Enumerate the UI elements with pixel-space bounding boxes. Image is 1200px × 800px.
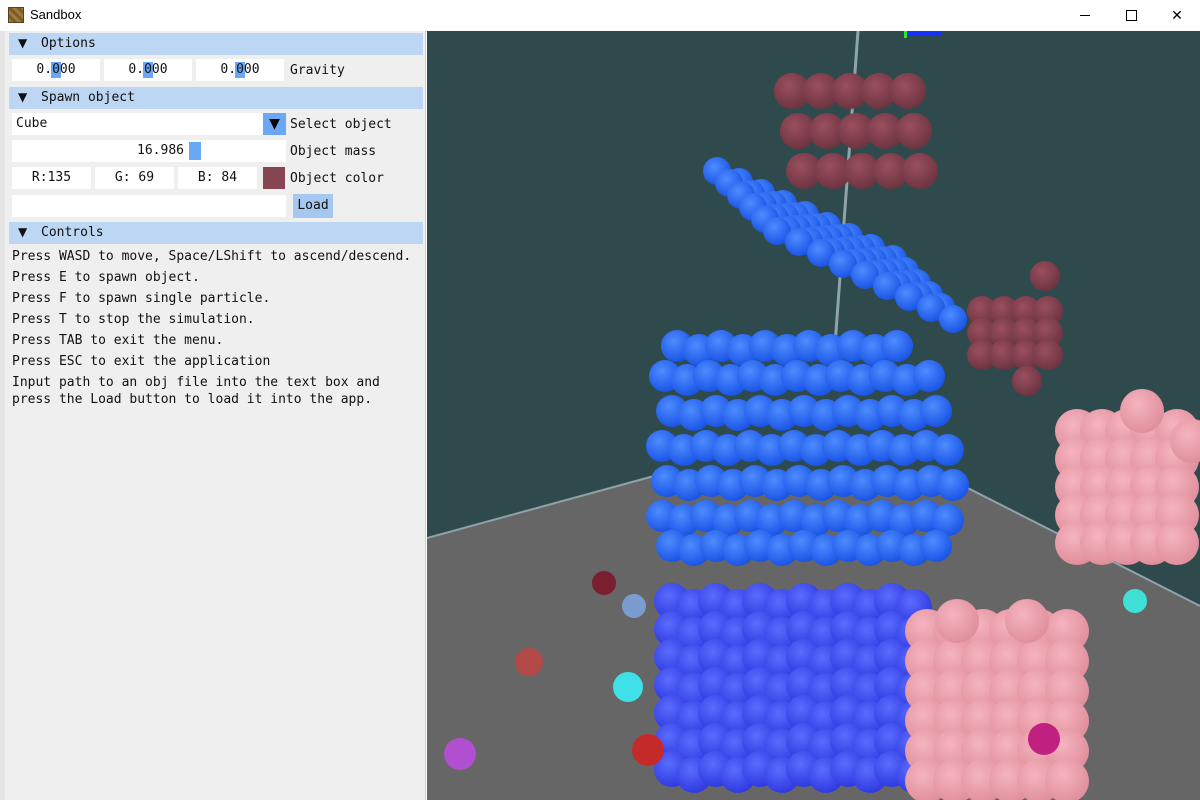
- controls-line: Press ESC to exit the application: [12, 354, 271, 369]
- minimize-button[interactable]: [1062, 0, 1108, 31]
- color-b-field[interactable]: B: 84: [178, 167, 257, 189]
- ring-particle: [932, 434, 964, 466]
- single-particle: [632, 734, 664, 766]
- spawn-object-header[interactable]: ▼ Spawn object: [9, 87, 423, 109]
- single-particle: [515, 648, 543, 676]
- single-particle: [1028, 723, 1060, 755]
- maximize-icon: [1125, 10, 1137, 21]
- cube-particle: [890, 73, 926, 109]
- object-mass-label: Object mass: [290, 144, 377, 159]
- maximize-button[interactable]: [1108, 0, 1154, 31]
- ring-particle: [937, 469, 969, 501]
- ring-particle: [881, 330, 913, 362]
- object-mass-slider[interactable]: 16.986: [12, 140, 286, 162]
- color-r-field[interactable]: R:135: [12, 167, 91, 189]
- single-particle: [592, 571, 616, 595]
- cube-particle: [902, 153, 938, 189]
- select-object-label: Select object: [290, 117, 392, 132]
- collapse-arrow-icon: ▼: [18, 36, 28, 50]
- mass-value: 16.986: [137, 143, 184, 158]
- single-particle: [444, 738, 476, 770]
- obj-path-input[interactable]: [12, 195, 286, 217]
- cube-particle: [896, 113, 932, 149]
- gravity-x-field[interactable]: 0.000: [12, 59, 100, 81]
- window-title: Sandbox: [30, 7, 82, 22]
- pink-particle: [1005, 599, 1049, 643]
- panel-edge: [0, 31, 5, 800]
- gravity-y-field[interactable]: 0.000: [104, 59, 192, 81]
- color-g-field[interactable]: G: 69: [95, 167, 174, 189]
- ring-particle: [913, 360, 945, 392]
- close-button[interactable]: ✕: [1154, 0, 1200, 31]
- pink-particle: [935, 599, 979, 643]
- pink-particle: [1120, 389, 1164, 433]
- load-button[interactable]: Load: [293, 194, 333, 218]
- cube-particle: [1012, 366, 1042, 396]
- controls-line: Press TAB to exit the menu.: [12, 333, 224, 348]
- controls-line: Press F to spawn single particle.: [12, 291, 271, 306]
- single-particle: [622, 594, 646, 618]
- single-particle: [1123, 589, 1147, 613]
- scene-viewport[interactable]: [427, 31, 1200, 800]
- object-select-combo[interactable]: Cube: [12, 113, 263, 135]
- controls-line: Press WASD to move, Space/LShift to asce…: [12, 249, 412, 264]
- scene-canvas: [427, 31, 1200, 800]
- gravity-label: Gravity: [290, 63, 345, 78]
- title-bar: Sandbox ✕: [0, 0, 1200, 32]
- mass-slider-grab[interactable]: [189, 142, 201, 160]
- controls-line: Press T to stop the simulation.: [12, 312, 255, 327]
- controls-line: press the Load button to load it into th…: [12, 392, 373, 407]
- cube-particle: [1030, 261, 1060, 291]
- controls-header[interactable]: ▼ Controls: [9, 222, 423, 244]
- object-color-label: Object color: [290, 171, 384, 186]
- controls-line: Press E to spawn object.: [12, 270, 200, 285]
- minimize-icon: [1080, 15, 1090, 16]
- ring-particle: [920, 395, 952, 427]
- collapse-arrow-icon: ▼: [18, 90, 28, 104]
- ring-particle: [920, 530, 952, 562]
- close-icon: ✕: [1171, 7, 1183, 24]
- app-icon: [8, 7, 24, 23]
- options-header[interactable]: ▼ Options: [9, 33, 423, 55]
- cube-particle: [1033, 340, 1063, 370]
- axis-gizmo: [905, 32, 941, 36]
- disc-particle: [939, 305, 967, 333]
- axis-gizmo: [904, 31, 907, 38]
- collapse-arrow-icon: ▼: [18, 225, 28, 239]
- controls-line: Input path to an obj file into the text …: [12, 375, 380, 390]
- pink-particle: [1155, 521, 1199, 565]
- color-swatch[interactable]: [263, 167, 285, 189]
- single-particle: [613, 672, 643, 702]
- chevron-down-icon[interactable]: ▼: [263, 113, 286, 135]
- gravity-z-field[interactable]: 0.000: [196, 59, 284, 81]
